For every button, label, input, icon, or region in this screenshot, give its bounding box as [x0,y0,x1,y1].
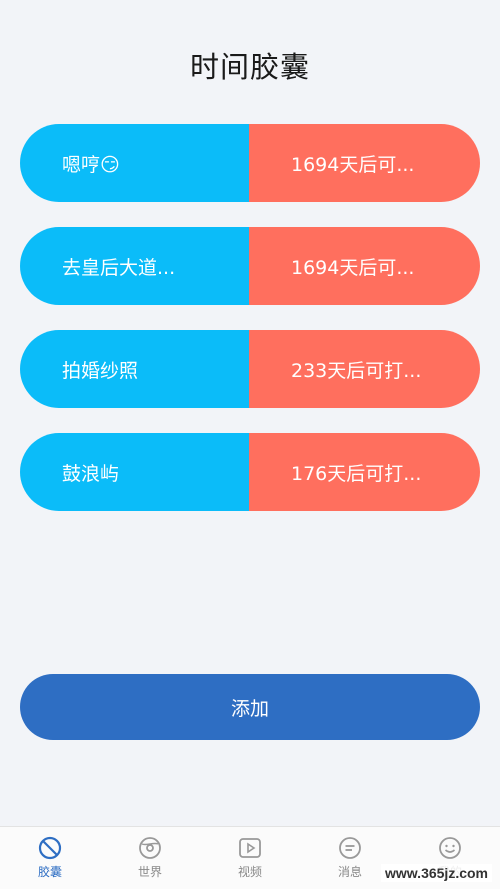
capsule-item[interactable]: 鼓浪屿 176天后可打... [20,433,480,511]
tab-label: 世界 [137,865,162,879]
tab-label: 消息 [337,865,362,879]
capsule-status: 233天后可打... [249,330,480,408]
capsule-status: 1694天后可... [249,227,480,305]
capsule-item[interactable]: 拍婚纱照 233天后可打... [20,330,480,408]
watermark: www.365jz.com [381,864,492,882]
page-title: 时间胶囊 [189,50,310,84]
tab-label: 胶囊 [37,865,62,879]
capsule-name: 去皇后大道... [20,227,249,305]
video-icon [239,838,261,858]
capsule-list: 嗯哼😏 1694天后可... 去皇后大道... 1694天后可... 拍婚纱照 … [20,124,480,536]
tab-label: 视频 [237,865,262,879]
capsule-status: 176天后可打... [249,433,480,511]
tab-capsule[interactable]: 胶囊 [0,827,100,889]
tab-world[interactable]: 世界 [100,827,200,889]
capsule-item[interactable]: 去皇后大道... 1694天后可... [20,227,480,305]
tab-video[interactable]: 视频 [200,827,300,889]
capsule-name: 嗯哼😏 [20,124,249,202]
add-button[interactable]: 添加 [20,674,480,740]
message-icon [339,837,361,859]
capsule-name: 鼓浪屿 [20,433,249,511]
capsule-icon [38,836,62,860]
smiley-icon [439,837,461,859]
capsule-item[interactable]: 嗯哼😏 1694天后可... [20,124,480,202]
capsule-status: 1694天后可... [249,124,480,202]
capsule-name: 拍婚纱照 [20,330,249,408]
world-icon [139,837,161,859]
